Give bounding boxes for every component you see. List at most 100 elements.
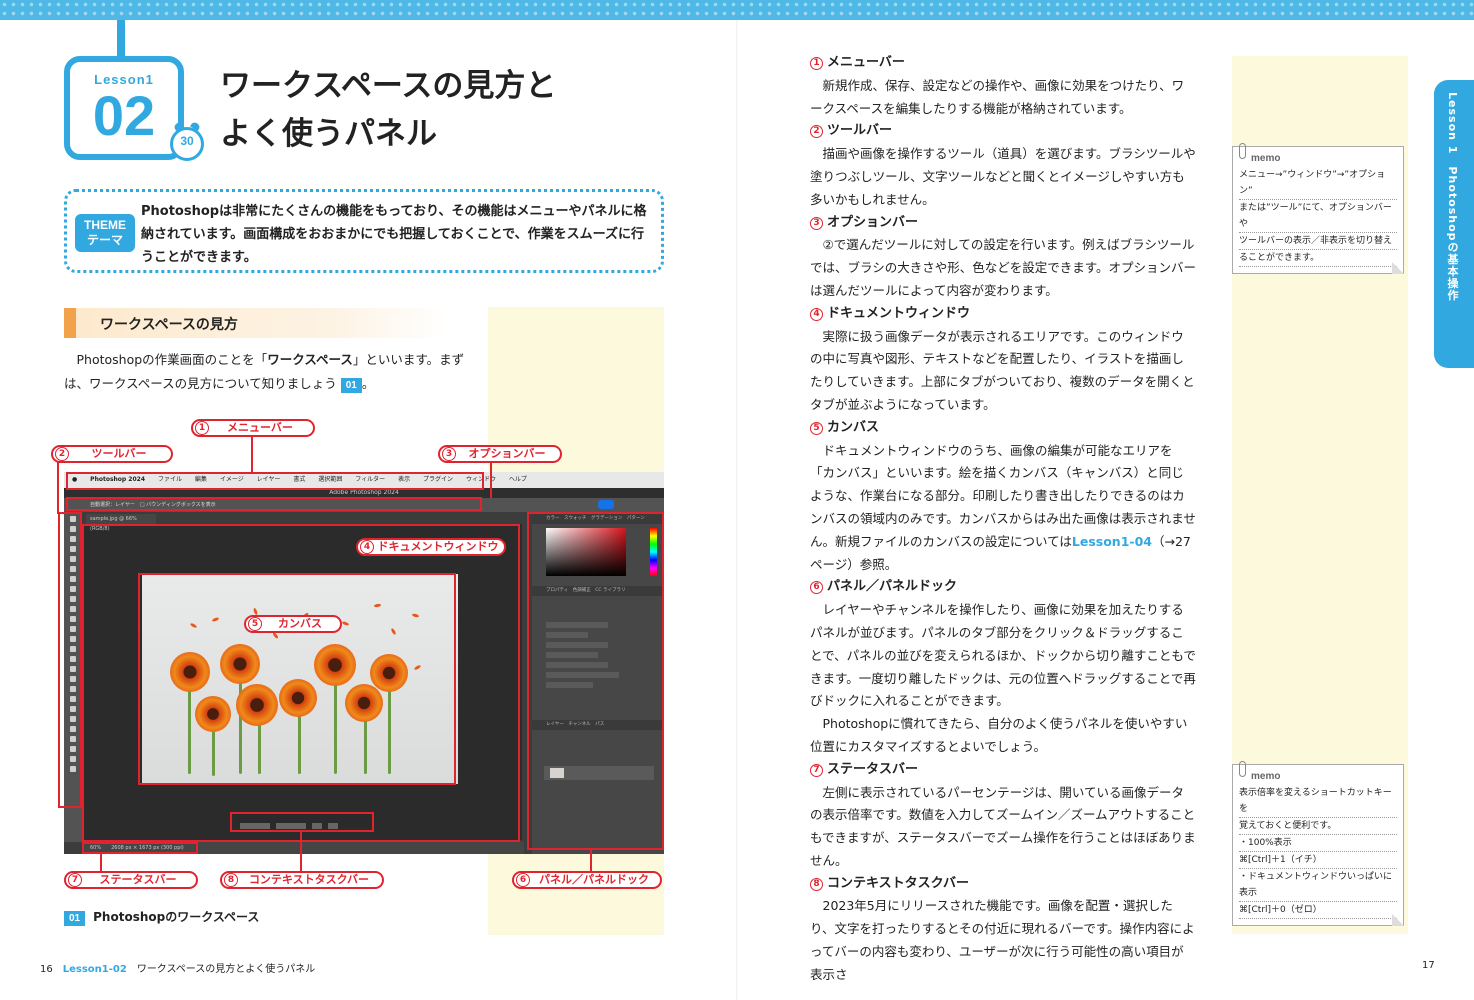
memo-2-line-5: ・ドキュメントウィンドウいっぱいに表示: [1239, 869, 1397, 902]
toolbar-highlight: [58, 512, 82, 808]
theme-label: THEME テーマ: [75, 214, 135, 252]
section-5: 5 カンバス ドキュメントウィンドウのうち、画像の編集が可能なエリアを「カンバス」…: [810, 417, 1196, 577]
right-page-number: 17: [1422, 960, 1435, 971]
callout-contextual-taskbar: 8 コンテキストタスクバー: [220, 871, 384, 889]
callout-label-5: カンバス: [278, 617, 322, 630]
memo-2-heading: memo: [1251, 771, 1281, 782]
alarm-clock-icon: 30: [170, 121, 204, 161]
section-heading-bar: [64, 308, 76, 338]
clock-minutes: 30: [180, 134, 194, 148]
section-1-heading: メニューバー: [827, 55, 905, 70]
memo-note-2: memo 表示倍率を変えるショートカットキーを 覚えておくと便利です。 ・100…: [1232, 761, 1404, 926]
memo-note-1: memo メニュー→”ウィンドウ”→”オプション” または”ツール”にて、オプシ…: [1232, 143, 1404, 274]
section-7-text: 左側に表示されているパーセンテージは、開いている画像データの表示倍率です。数値を…: [810, 784, 1196, 868]
section-8-heading: コンテキストタスクバー: [827, 875, 969, 891]
callout-toolbar: 2 ツールバー: [51, 445, 173, 463]
right-body-text: 1 メニューバー 新規作成、保存、設定などの操作や、画像に効果をつけたり、ワークス…: [810, 52, 1196, 987]
figure-caption: 01 Photoshopのワークスペース: [64, 908, 259, 926]
lesson-cross-ref-link[interactable]: Lesson1-04: [1072, 534, 1152, 549]
footer-lesson-title: ワークスペースの見方とよく使うパネル: [136, 964, 316, 975]
theme-box: THEME テーマ Photoshopは非常にたくさんの機能をもっており、その機…: [64, 189, 664, 273]
book-spine: [736, 20, 738, 1000]
section-1-text: 新規作成、保存、設定などの操作や、画像に効果をつけたり、ワークスペースを編集した…: [810, 77, 1185, 116]
intro-paragraph: Photoshopの作業画面のことを「ワークスペース」といいます。まずは、ワーク…: [64, 348, 474, 396]
optionbar-highlight: [66, 497, 482, 511]
callout-label-2: ツールバー: [91, 447, 147, 460]
callout-label-4: ドキュメントウィンドウ: [377, 540, 499, 553]
chapter-side-tab-text: Lesson 1 Photoshopの基本操作: [1446, 92, 1459, 302]
section-2: 2 ツールバー 描画や画像を操作するツール（道具）を選びます。ブラシツールや塗りつ…: [810, 120, 1196, 211]
section-2-number: 2: [810, 125, 823, 139]
section-7-heading: ステータスバー: [827, 761, 919, 777]
memo-2-fold: [1392, 914, 1404, 926]
callout-label-7: ステータスバー: [99, 873, 177, 886]
badge-hanger: [117, 20, 125, 60]
intro-text-3: 。: [361, 376, 375, 391]
section-6-text-2: Photoshopに慣れてきたら、自分のよく使うパネルを使いやすい位置にカスタマ…: [810, 716, 1188, 754]
section-6-text-1: レイヤーやチャンネルを操作したり、画像に効果を加えたりするパネルが並びます。パネ…: [810, 602, 1196, 709]
section-3-heading: オプションバー: [827, 214, 919, 230]
section-6-heading: パネル／パネルドック: [827, 579, 958, 595]
theme-label-en: THEME: [84, 218, 126, 232]
lesson-badge: Lesson1 02: [64, 56, 184, 160]
section-8-number: 8: [810, 877, 823, 891]
section-1-number: 1: [810, 57, 823, 70]
memo-1-fold: [1392, 262, 1404, 274]
memo-2-line-4: ⌘[Ctrl]＋1（イチ）: [1239, 852, 1397, 869]
section-heading: ワークスペースの見方: [64, 308, 448, 338]
section-4: 4 ドキュメントウィンドウ 実際に扱う画像データが表示されるエリアです。このウィン…: [810, 303, 1196, 417]
memo-1-heading: memo: [1251, 153, 1281, 164]
section-7: 7 ステータスバー 左側に表示されているパーセンテージは、開いている画像データの表…: [810, 759, 1196, 873]
callout-line-1: [251, 436, 253, 472]
status-bar-highlight: [82, 842, 198, 854]
section-2-text: 描画や画像を操作するツール（道具）を選びます。ブラシツールや塗りつぶしツール、文…: [810, 146, 1196, 207]
intro-bold-term: ワークスペース: [267, 352, 353, 367]
callout-label-1: メニューバー: [227, 421, 293, 434]
callout-optionbar: 3 オプションバー: [438, 445, 562, 463]
callout-line-3: [490, 462, 492, 498]
ps-menu-11: ヘルプ: [508, 476, 527, 483]
section-3: 3 オプションバー ②で選んだツールに対しての設定を行います。例えばブラシツールで…: [810, 212, 1196, 303]
canvas-highlight: [138, 573, 456, 785]
callout-status-bar: 7 ステータスバー: [64, 871, 198, 889]
panel-dock-highlight: [527, 512, 664, 850]
section-5-heading: カンバス: [827, 419, 880, 435]
theme-text: Photoshopは非常にたくさんの機能をもっており、その機能はメニューやパネル…: [141, 204, 647, 265]
menubar-highlight: [66, 472, 484, 490]
section-4-number: 4: [810, 307, 823, 321]
theme-label-ja: テーマ: [86, 233, 123, 247]
section-8: 8 コンテキストタスクバー 2023年5月にリリースされた機能です。画像を配置・選…: [810, 873, 1196, 987]
top-decorative-band: [0, 0, 1474, 20]
section-4-heading: ドキュメントウィンドウ: [827, 305, 971, 321]
memo-1-line-2: または”ツール”にて、オプションバーや: [1239, 200, 1397, 233]
callout-panel-dock: 6 パネル／パネルドック: [512, 871, 662, 889]
section-5-number: 5: [810, 421, 823, 435]
figure-caption-tag: 01: [64, 911, 86, 926]
callout-canvas: 5 カンバス: [244, 615, 342, 633]
section-2-heading: ツールバー: [827, 123, 893, 139]
memo-1-line-4: ることができます。: [1239, 250, 1397, 267]
section-5-text: ドキュメントウィンドウのうち、画像の編集が可能なエリアを「カンバス」といいます。…: [810, 440, 1196, 577]
section-1: 1 メニューバー 新規作成、保存、設定などの操作や、画像に効果をつけたり、ワークス…: [810, 52, 1196, 120]
section-6: 6 パネル／パネルドック レイヤーやチャンネルを操作したり、画像に効果を加えたりす…: [810, 576, 1196, 758]
callout-label-8: コンテキストタスクバー: [248, 873, 370, 886]
footer-lesson-id: Lesson1-02: [62, 964, 127, 975]
title-line-1: ワークスペースの見方と: [220, 68, 557, 104]
paperclip-icon: [1239, 761, 1246, 777]
section-7-number: 7: [810, 763, 823, 777]
callout-label-6: パネル／パネルドック: [539, 873, 649, 886]
intro-text-1: Photoshopの作業画面のことを「: [76, 352, 268, 367]
memo-1-line-1: メニュー→”ウィンドウ”→”オプション”: [1239, 167, 1397, 200]
section-8-text: 2023年5月にリリースされた機能です。画像を配置・選択したり、文字を打ったりす…: [810, 898, 1195, 982]
callout-line-8: [300, 832, 302, 874]
paperclip-icon: [1239, 143, 1246, 159]
callout-label-3: オプションバー: [468, 447, 546, 460]
memo-2-line-2: 覚えておくと便利です。: [1239, 818, 1397, 835]
memo-2-line-1: 表示倍率を変えるショートカットキーを: [1239, 785, 1397, 818]
title-line-2: よく使うパネル: [220, 116, 437, 152]
memo-2-line-3: ・100%表示: [1239, 835, 1397, 852]
section-heading-text: ワークスペースの見方: [100, 317, 238, 333]
left-footer: 16 Lesson1-02 ワークスペースの見方とよく使うパネル: [40, 960, 315, 975]
section-4-text: 実際に扱う画像データが表示されるエリアです。このウィンドウの中に写真や図形、テキ…: [810, 328, 1195, 412]
section-3-number: 3: [810, 216, 823, 230]
